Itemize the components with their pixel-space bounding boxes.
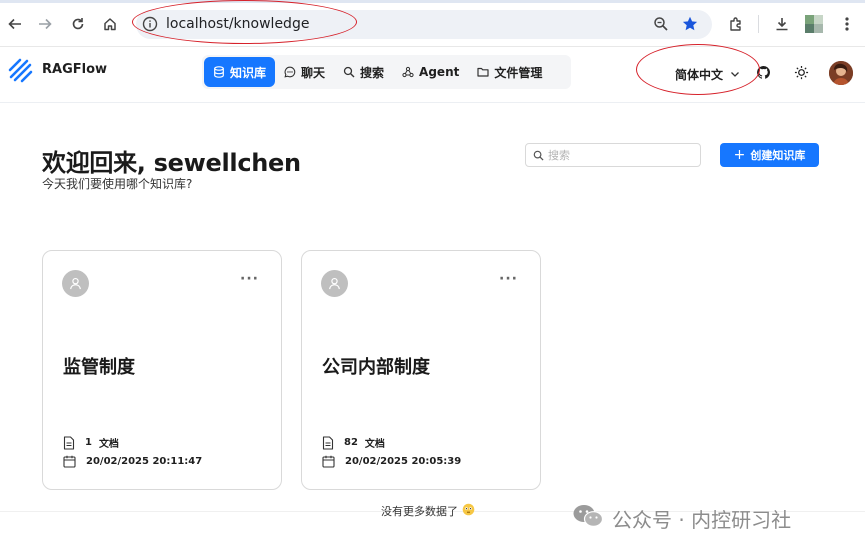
card-doc-count: 1 文档 [63,435,119,450]
card-doc-count: 82 文档 [322,435,385,450]
calendar-icon [63,455,76,468]
date-text: 20/02/2025 20:11:47 [86,456,203,467]
nav-item-files[interactable]: 文件管理 [468,57,551,87]
search-input[interactable] [548,148,688,162]
doc-unit: 文档 [364,439,385,450]
doc-count: 1 [85,437,92,448]
more-options-icon[interactable]: ··· [499,271,518,287]
theme-toggle-sun-icon[interactable] [794,65,809,84]
user-avatar[interactable] [829,61,853,85]
watermark-text: 公众号 · 内控研习社 [612,508,792,532]
main-nav: 知识库 聊天 搜索 Agent 文件管理 [202,55,571,89]
arrow-right-icon [39,18,52,30]
nav-item-agent[interactable]: Agent [393,57,468,87]
url-text[interactable]: localhost/knowledge [166,16,309,32]
puzzle-icon [730,17,741,31]
chat-icon [284,66,296,78]
chevron-down-icon [730,68,740,82]
knowledge-card[interactable]: ··· 公司内部制度 82 文档 20/02/2025 20:05:39 [301,250,541,490]
no-more-data: 没有更多数据了 [381,503,475,519]
welcome-title: 欢迎回来, sewellchen [42,149,301,177]
no-more-text: 没有更多数据了 [381,505,458,518]
more-vertical-icon [845,17,849,31]
nav-item-chat[interactable]: 聊天 [275,57,334,87]
knowledge-card[interactable]: ··· 监管制度 1 文档 20/02/2025 20:11:47 [42,250,282,490]
welcome-subtitle: 今天我们要使用哪个知识库? [42,177,193,191]
agent-graph-icon [402,66,414,78]
create-label: 创建知识库 [750,149,806,162]
menu-button[interactable] [836,13,858,35]
site-info-icon[interactable] [142,16,158,36]
toolbar-separator [758,15,759,33]
card-date: 20/02/2025 20:05:39 [322,455,461,468]
tab-strip-edge [0,0,865,3]
user-placeholder-icon [62,270,89,297]
forward-button[interactable] [34,13,56,35]
knowledge-search[interactable] [525,143,701,167]
profile-extension-icon[interactable] [803,13,825,35]
nav-item-search[interactable]: 搜索 [334,57,393,87]
brand-name[interactable]: RAGFlow [42,62,107,77]
nav-item-knowledge[interactable]: 知识库 [204,57,276,87]
arrow-left-icon [8,18,21,30]
downloads-button[interactable] [771,13,793,35]
browser-toolbar: localhost/knowledge [0,0,865,47]
search-icon [533,146,544,165]
folder-icon [477,66,489,78]
back-button[interactable] [4,13,26,35]
database-icon [213,66,225,78]
emoji-icon [462,503,475,519]
reload-icon [72,18,84,30]
nav-label: 聊天 [301,65,326,80]
extensions-button[interactable] [725,13,747,35]
plus-icon: + [733,147,746,163]
reload-button[interactable] [67,13,89,35]
date-text: 20/02/2025 20:05:39 [345,456,462,467]
home-icon [104,18,116,31]
nav-label: 文件管理 [494,65,543,80]
doc-count: 82 [344,437,358,448]
user-placeholder-icon [321,270,348,297]
language-selector[interactable]: 简体中文 [675,66,740,83]
card-title: 公司内部制度 [322,357,430,378]
bookmark-star-icon[interactable] [681,15,699,37]
doc-unit: 文档 [98,439,119,450]
more-options-icon[interactable]: ··· [240,271,259,287]
home-button[interactable] [99,13,121,35]
ragflow-logo-icon[interactable] [8,58,34,88]
create-knowledge-button[interactable]: + 创建知识库 [720,143,819,167]
calendar-icon [322,455,335,468]
download-icon [776,18,788,31]
watermark: 公众号 · 内控研习社 [572,503,791,534]
app-header: RAGFlow 知识库 聊天 搜索 Agent 文件管理 简体中文 [0,47,865,103]
nav-label: 知识库 [230,65,267,80]
nav-label: 搜索 [360,65,385,80]
github-icon[interactable] [756,65,771,84]
language-label: 简体中文 [675,68,724,82]
nav-label: Agent [419,65,460,79]
wechat-icon [572,503,604,534]
zoom-icon[interactable] [653,16,669,36]
card-date: 20/02/2025 20:11:47 [63,455,202,468]
document-icon [322,435,334,450]
search-icon [343,66,355,78]
card-title: 监管制度 [63,357,135,378]
document-icon [63,435,75,450]
address-bar[interactable]: localhost/knowledge [136,10,712,39]
